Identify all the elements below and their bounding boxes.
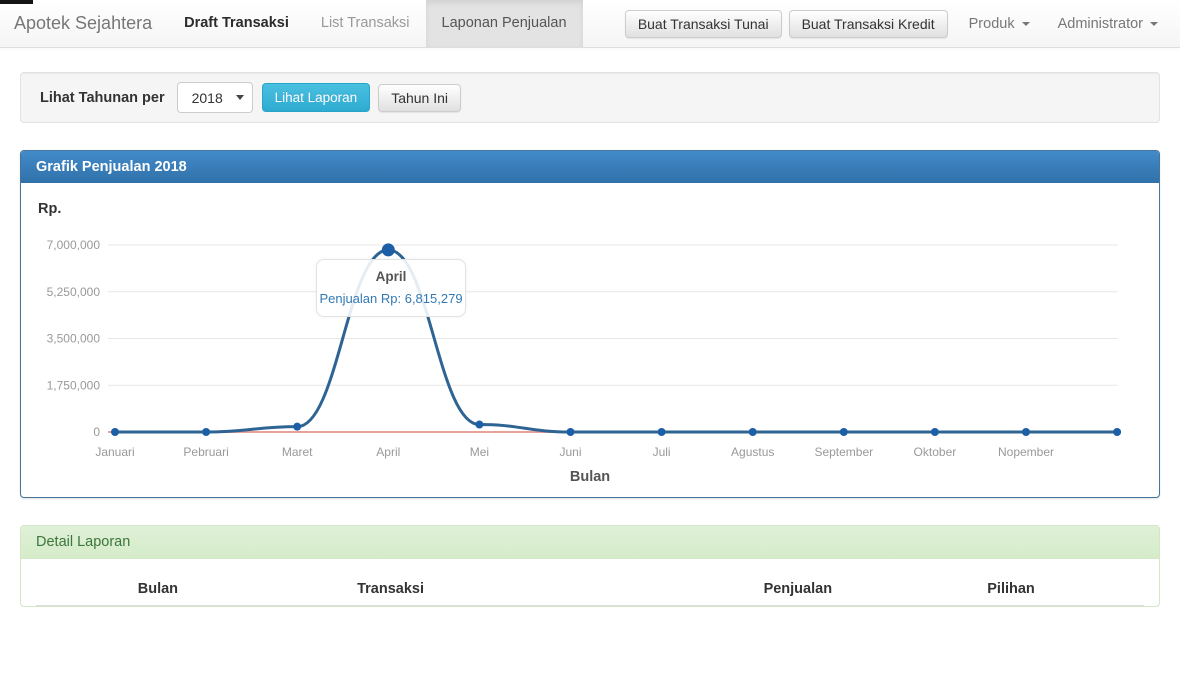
year-select[interactable]: 2018 [177,82,253,113]
x-tick-label: Juni [559,445,581,459]
detail-panel-title: Detail Laporan [21,526,1159,559]
sales-line [115,250,1117,432]
chevron-down-icon [1022,22,1030,26]
x-tick-label: Pebruari [183,445,228,459]
header-transaksi: Transaksi [280,573,502,606]
data-point-pebruari[interactable] [202,428,210,436]
data-point-september[interactable] [840,428,848,436]
data-point-mei[interactable] [475,421,483,429]
year-filter-label: Lihat Tahunan per [40,90,165,106]
administrator-dropdown[interactable]: Administrator [1044,16,1172,32]
tab-draft-transaksi[interactable]: Draft Transaksi [168,0,305,47]
chart-tooltip: April Penjualan Rp: 6,815,279 [316,259,466,317]
header-penjualan: Penjualan [501,573,878,606]
produk-dropdown-label: Produk [969,16,1015,32]
data-point-desember[interactable] [1113,428,1121,436]
navbar: Apotek Sejahtera Draft TransaksiList Tra… [0,0,1180,48]
navbar-right: Buat Transaksi TunaiBuat Transaksi Kredi… [625,0,1180,47]
tab-list-transaksi[interactable]: List Transaksi [305,0,426,47]
x-tick-label: Nopember [998,445,1054,459]
x-tick-label: April [376,445,400,459]
detail-table-wrap: Bulan Transaksi Penjualan Pilihan [21,559,1159,606]
data-point-juni[interactable] [567,428,575,436]
buat-transaksi-tunai-button[interactable]: Buat Transaksi Tunai [625,10,782,38]
year-select-wrap: 2018 [177,82,253,113]
chart-area: Rp. 01,750,0003,500,0005,250,0007,000,00… [21,183,1159,497]
produk-dropdown[interactable]: Produk [955,16,1044,32]
x-tick-label: September [814,445,873,459]
y-tick-label: 1,750,000 [47,378,101,392]
data-point-oktober[interactable] [931,428,939,436]
nav-action-buttons: Buat Transaksi TunaiBuat Transaksi Kredi… [625,10,955,38]
detail-report-panel: Detail Laporan Bulan Transaksi Penjualan… [20,525,1160,607]
x-tick-label: Oktober [914,445,957,459]
y-tick-label: 7,000,000 [47,238,101,252]
x-tick-label: Januari [95,445,134,459]
table-header-row: Bulan Transaksi Penjualan Pilihan [36,573,1144,606]
x-tick-label: Agustus [731,445,774,459]
nav-dropdowns: Produk Administrator [955,16,1172,32]
buat-transaksi-kredit-button[interactable]: Buat Transaksi Kredit [789,10,948,38]
y-tick-label: 5,250,000 [47,285,101,299]
tooltip-value: Penjualan Rp: 6,815,279 [317,291,465,306]
data-point-juli[interactable] [658,428,666,436]
chevron-down-icon [1150,22,1158,26]
sales-chart-panel: Grafik Penjualan 2018 Rp. 01,750,0003,50… [20,150,1160,498]
x-tick-label: Juli [653,445,671,459]
screen-edge-artifact [0,0,33,4]
x-axis-title: Bulan [21,469,1159,485]
tooltip-month: April [317,269,465,284]
view-report-button[interactable]: Lihat Laporan [262,83,371,112]
y-tick-label: 3,500,000 [47,332,101,346]
x-tick-label: Maret [282,445,313,459]
y-tick-label: 0 [93,425,100,439]
chart-panel-title: Grafik Penjualan 2018 [21,151,1159,183]
app-brand[interactable]: Apotek Sejahtera [0,0,168,47]
tab-laponan-penjualan[interactable]: Laponan Penjualan [426,0,583,47]
year-filter-bar: Lihat Tahunan per 2018 Lihat Laporan Tah… [20,72,1160,123]
sales-line-chart[interactable]: 0 1,750,000 3,500,000 5,250,000 7,000,000 Jan… [21,194,1159,466]
administrator-dropdown-label: Administrator [1058,16,1143,32]
data-point-nopember[interactable] [1022,428,1030,436]
data-point-april[interactable] [382,243,395,256]
data-point-januari[interactable] [111,428,119,436]
this-year-button[interactable]: Tahun Ini [378,84,461,112]
data-point-maret[interactable] [293,423,301,431]
x-tick-label: Mei [470,445,489,459]
header-bulan: Bulan [36,573,280,606]
header-pilihan: Pilihan [878,573,1144,606]
data-point-agustus[interactable] [749,428,757,436]
monthly-report-table: Bulan Transaksi Penjualan Pilihan [36,573,1144,606]
nav-tabs: Draft TransaksiList TransaksiLaponan Pen… [168,0,582,47]
